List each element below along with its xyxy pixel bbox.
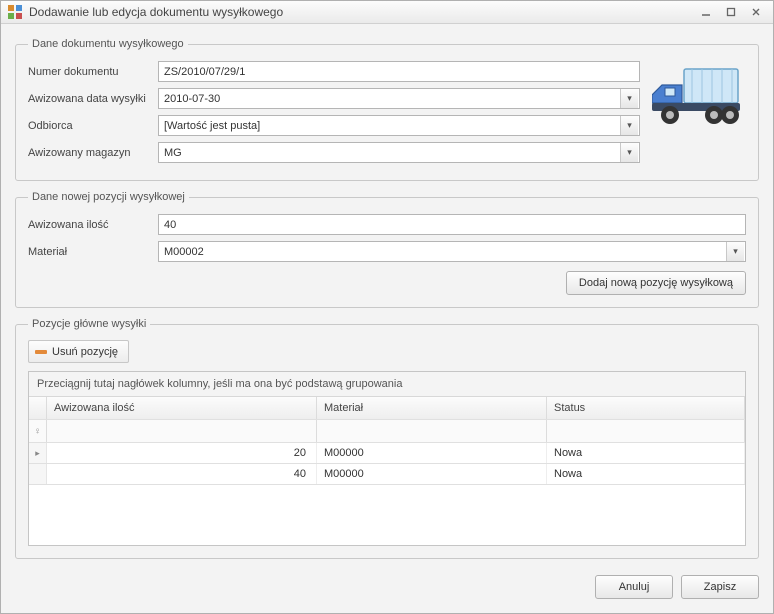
label-material: Materiał <box>28 246 158 258</box>
grid-header: Awizowana ilość Materiał Status <box>29 397 745 420</box>
minimize-button[interactable] <box>695 4 717 20</box>
delete-position-label: Usuń pozycję <box>52 346 118 358</box>
grid-header-qty[interactable]: Awizowana ilość <box>47 397 317 419</box>
label-advised-date: Awizowana data wysyłki <box>28 93 158 105</box>
add-position-button[interactable]: Dodaj nową pozycję wysyłkową <box>566 271 746 295</box>
grid-header-material[interactable]: Materiał <box>317 397 547 419</box>
window-title: Dodawanie lub edycja dokumentu wysyłkowe… <box>29 5 695 19</box>
grid-header-status[interactable]: Status <box>547 397 745 419</box>
window: Dodawanie lub edycja dokumentu wysyłkowe… <box>0 0 774 614</box>
grid-filter-qty[interactable] <box>47 420 317 442</box>
row-indicator-icon <box>29 464 47 484</box>
new-position-group: Dane nowej pozycji wysyłkowej Awizowana … <box>15 191 759 308</box>
footer-buttons: Anuluj Zapisz <box>15 569 759 599</box>
warehouse-select[interactable]: MG ▾ <box>158 142 640 163</box>
filter-icon: ♀ <box>29 420 47 442</box>
chevron-down-icon[interactable]: ▾ <box>726 242 744 261</box>
cell-qty[interactable]: 20 <box>47 443 317 463</box>
label-document-number: Numer dokumentu <box>28 66 158 78</box>
advised-date-picker[interactable]: 2010-07-30 ▾ <box>158 88 640 109</box>
window-controls <box>695 4 767 20</box>
material-value: M00002 <box>164 246 204 258</box>
row-indicator-icon: ▸ <box>29 443 47 463</box>
chevron-down-icon[interactable]: ▾ <box>620 143 638 162</box>
grid-filter-status[interactable] <box>547 420 745 442</box>
advised-qty-input[interactable] <box>158 214 746 235</box>
recipient-select[interactable]: [Wartość jest pusta] ▾ <box>158 115 640 136</box>
warehouse-value: MG <box>164 147 182 159</box>
cancel-button[interactable]: Anuluj <box>595 575 673 599</box>
close-button[interactable] <box>745 4 767 20</box>
chevron-down-icon[interactable]: ▾ <box>620 116 638 135</box>
table-row[interactable]: 40 M00000 Nowa <box>29 464 745 485</box>
positions-grid: Przeciągnij tutaj nagłówek kolumny, jeśl… <box>28 371 746 546</box>
cell-material[interactable]: M00000 <box>317 464 547 484</box>
label-recipient: Odbiorca <box>28 120 158 132</box>
truck-icon <box>650 60 746 132</box>
cell-qty[interactable]: 40 <box>47 464 317 484</box>
label-warehouse: Awizowany magazyn <box>28 147 158 159</box>
recipient-value: [Wartość jest pusta] <box>164 120 260 132</box>
document-data-legend: Dane dokumentu wysyłkowego <box>28 38 188 50</box>
document-data-group: Dane dokumentu wysyłkowego Numer dokumen… <box>15 38 759 181</box>
cell-material[interactable]: M00000 <box>317 443 547 463</box>
label-advised-qty: Awizowana ilość <box>28 219 158 231</box>
maximize-button[interactable] <box>720 4 742 20</box>
delete-position-button[interactable]: Usuń pozycję <box>28 340 129 363</box>
titlebar[interactable]: Dodawanie lub edycja dokumentu wysyłkowe… <box>1 1 773 24</box>
save-button[interactable]: Zapisz <box>681 575 759 599</box>
cell-status[interactable]: Nowa <box>547 464 745 484</box>
cell-status[interactable]: Nowa <box>547 443 745 463</box>
chevron-down-icon[interactable]: ▾ <box>620 89 638 108</box>
grid-empty-area <box>29 485 745 545</box>
document-number-input[interactable] <box>158 61 640 82</box>
minus-icon <box>35 350 47 354</box>
grid-group-hint[interactable]: Przeciągnij tutaj nagłówek kolumny, jeśl… <box>29 372 745 397</box>
app-icon <box>7 4 23 20</box>
grid-filter-row[interactable]: ♀ <box>29 420 745 443</box>
window-body: Dane dokumentu wysyłkowego Numer dokumen… <box>1 24 773 613</box>
advised-date-value: 2010-07-30 <box>164 93 220 105</box>
positions-legend: Pozycje główne wysyłki <box>28 318 150 330</box>
grid-filter-material[interactable] <box>317 420 547 442</box>
new-position-legend: Dane nowej pozycji wysyłkowej <box>28 191 189 203</box>
table-row[interactable]: ▸ 20 M00000 Nowa <box>29 443 745 464</box>
positions-group: Pozycje główne wysyłki Usuń pozycję Prze… <box>15 318 759 559</box>
material-select[interactable]: M00002 ▾ <box>158 241 746 262</box>
grid-header-indicator <box>29 397 47 419</box>
